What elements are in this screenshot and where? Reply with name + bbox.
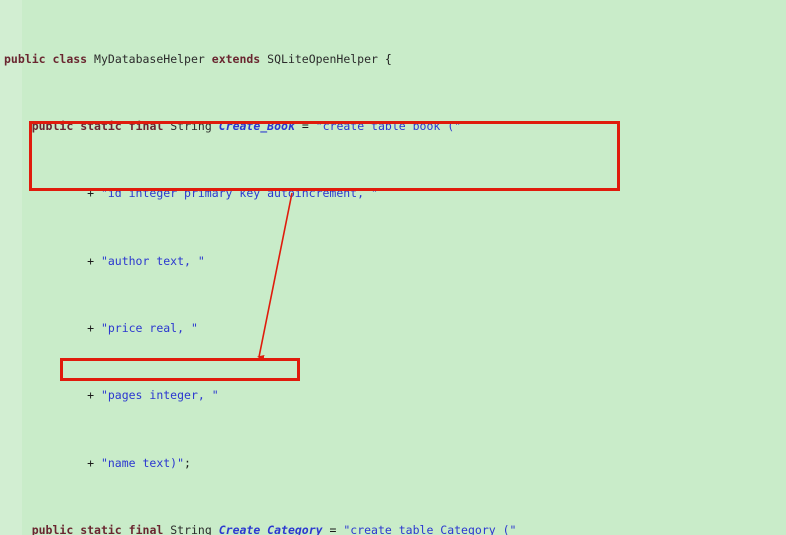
code-text-area[interactable]: public class MyDatabaseHelper extends SQ… — [0, 0, 786, 535]
code-line: public static final String Create_Book =… — [31, 118, 462, 133]
code-line: + "id integer primary key autoincrement,… — [4, 186, 378, 201]
code-line: + "price real, " — [4, 321, 198, 336]
code-line: + "name text)"; — [4, 455, 191, 470]
code-line: + "pages integer, " — [4, 388, 219, 403]
code-line: public class MyDatabaseHelper extends SQ… — [4, 51, 392, 66]
code-line: + "author text, " — [4, 253, 205, 268]
code-line: public static final String Create_Catego… — [31, 523, 517, 535]
code-editor-screenshot: public class MyDatabaseHelper extends SQ… — [0, 0, 786, 535]
